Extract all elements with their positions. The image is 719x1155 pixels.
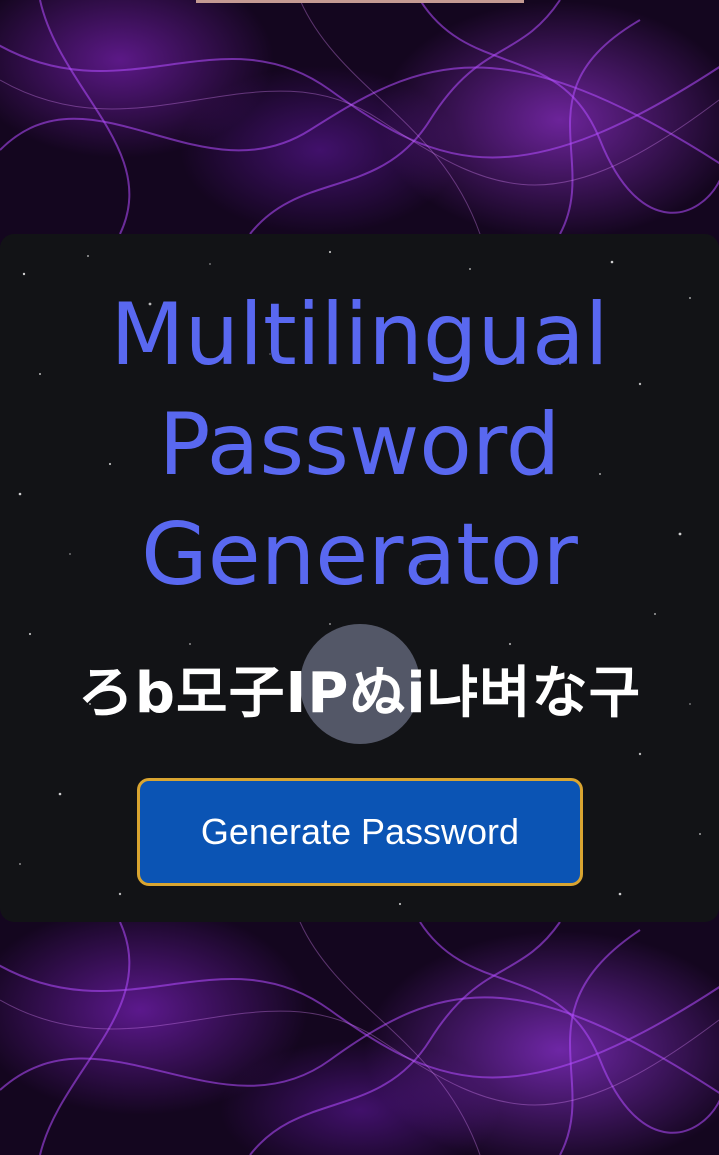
generate-password-button[interactable]: Generate Password <box>137 778 583 886</box>
top-progress-bar <box>196 0 524 3</box>
generated-password-display: ろb모子IPぬi냐벼な구 <box>77 661 642 726</box>
app-title: Multilingual Password Generator <box>110 285 609 605</box>
